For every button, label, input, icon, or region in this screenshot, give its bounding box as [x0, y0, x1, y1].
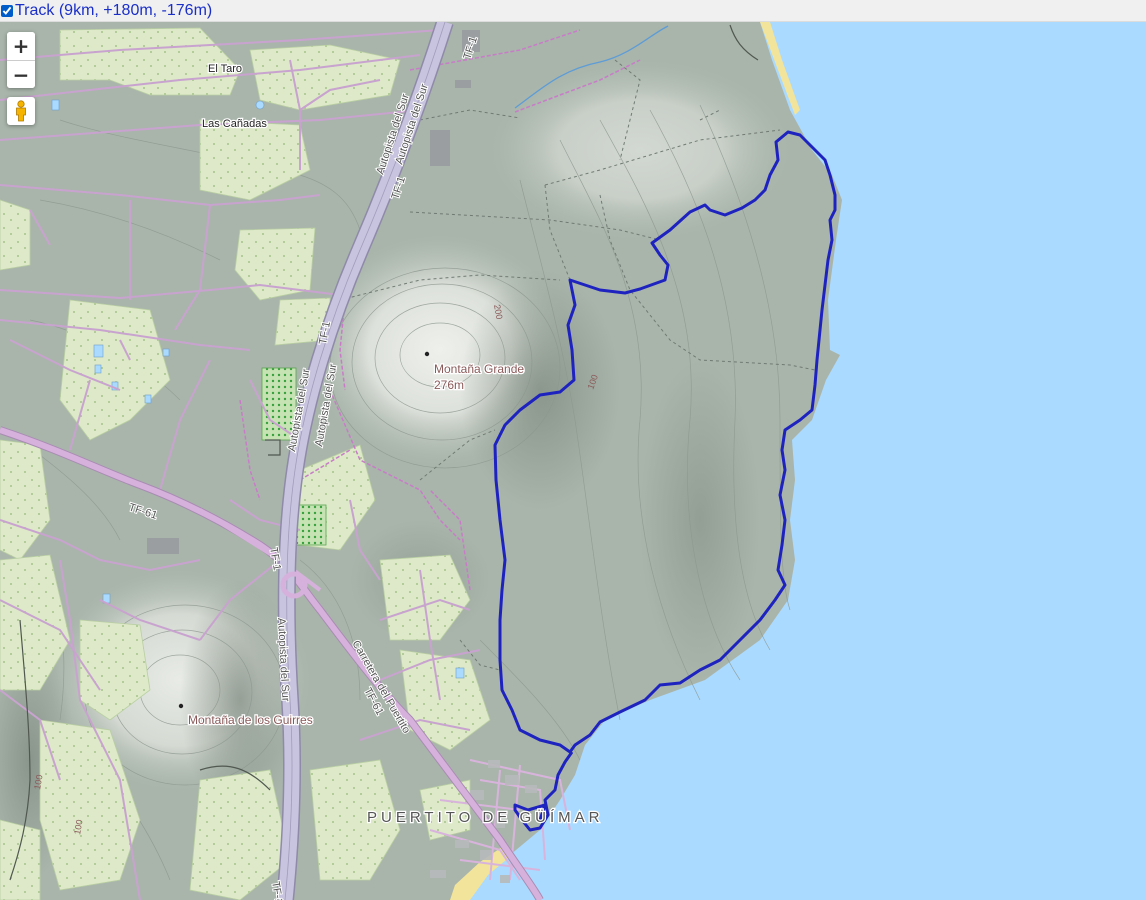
label-puertito-de-guimar: PUERTITO DE GÜÍMAR [367, 808, 603, 826]
map-canvas[interactable]: El Taro Las Cañadas Montaña Grande 276m … [0, 22, 1146, 900]
hill-light-north [490, 60, 790, 240]
peak-montana-guirres [178, 703, 184, 709]
zoom-control: + − [7, 32, 35, 88]
label-montana-grande-elevation: 276m [434, 378, 464, 392]
pegman-icon [16, 100, 26, 122]
streetview-button[interactable] [7, 97, 35, 125]
track-layer-toggle[interactable]: Track (9km, +180m, -176m) [0, 1, 212, 21]
nursery-field-2 [295, 504, 327, 546]
ridge-shadow-east [640, 360, 760, 680]
label-las-canadas: Las Cañadas [202, 118, 267, 130]
layer-toggle-bar: Track (9km, +180m, -176m) [0, 0, 1146, 22]
label-el-taro: El Taro [208, 63, 242, 75]
track-layer-checkbox[interactable] [1, 4, 13, 17]
label-montana-grande: Montaña Grande [434, 362, 524, 376]
zoom-in-button[interactable]: + [7, 32, 35, 60]
track-layer-title: Track (9km, +180m, -176m) [15, 1, 213, 19]
hill-shadow-grande [460, 270, 620, 510]
peak-montana-grande [424, 351, 430, 357]
label-montana-guirres: Montaña de los Guirres [188, 713, 313, 727]
zoom-out-button[interactable]: − [7, 60, 35, 88]
